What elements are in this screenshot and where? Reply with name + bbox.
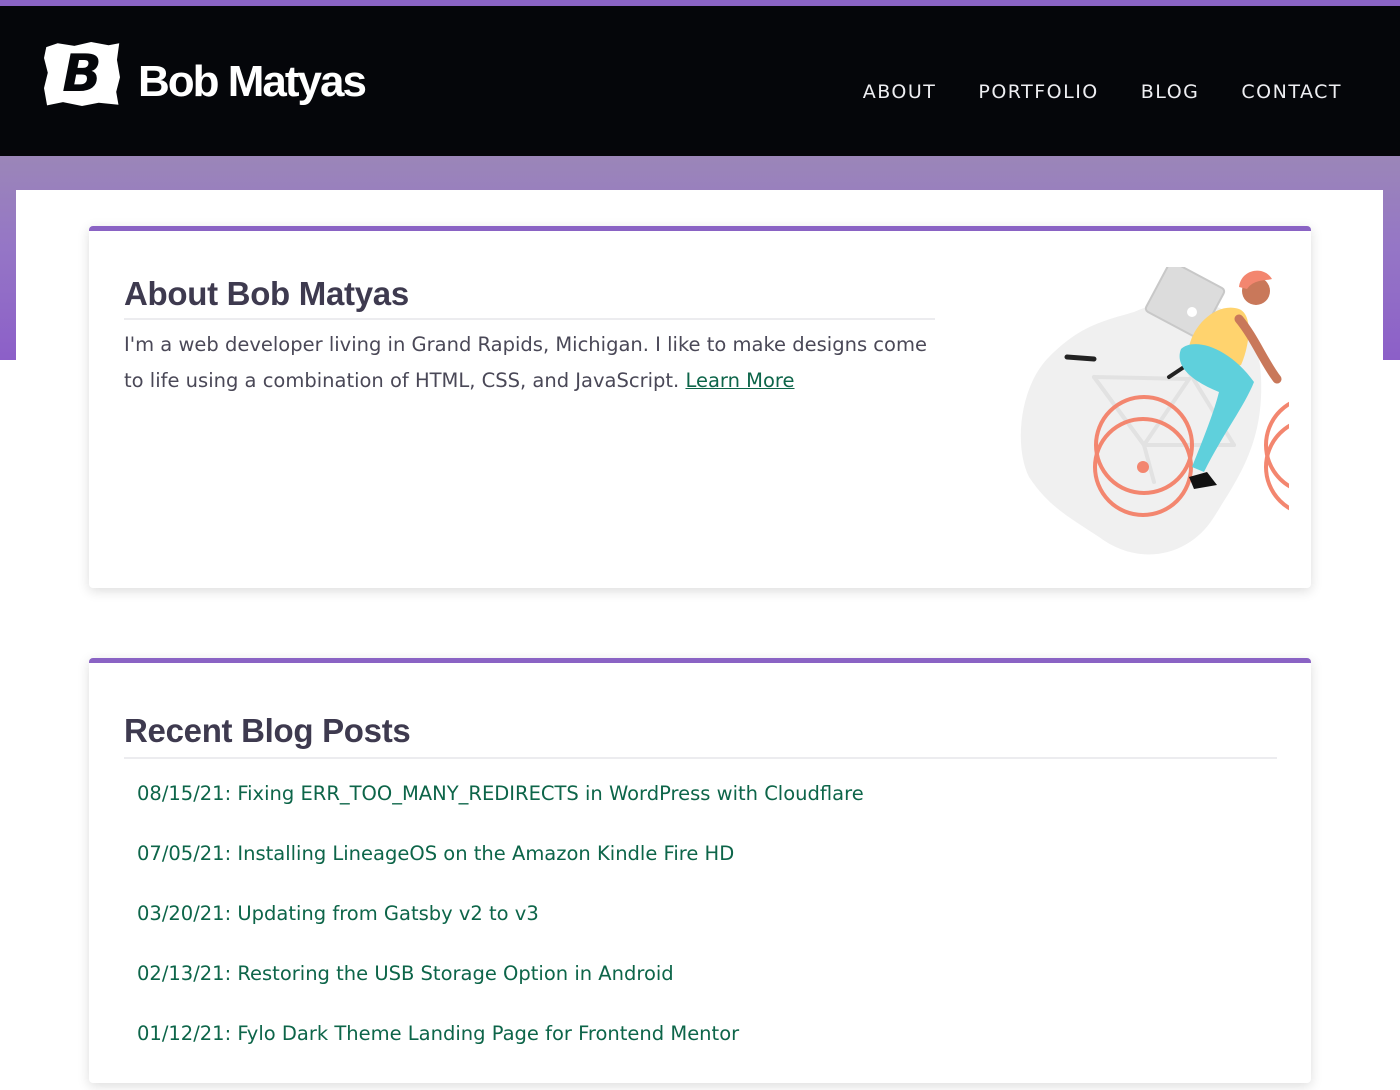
post-list: 08/15/21: Fixing ERR_TOO_MANY_REDIRECTS … — [137, 775, 864, 1075]
list-item: 07/05/21: Installing LineageOS on the Am… — [137, 835, 864, 895]
nav-portfolio[interactable]: PORTFOLIO — [978, 72, 1098, 112]
nav-about[interactable]: ABOUT — [863, 72, 937, 112]
post-link[interactable]: 07/05/21: Installing LineageOS on the Am… — [137, 842, 734, 865]
recent-posts-heading: Recent Blog Posts — [124, 712, 411, 749]
main-nav: ABOUT PORTFOLIO BLOG CONTACT — [821, 72, 1342, 112]
recent-posts-card: Recent Blog Posts 08/15/21: Fixing ERR_T… — [89, 658, 1311, 1083]
logo-letter: B — [62, 44, 102, 104]
list-item: 08/15/21: Fixing ERR_TOO_MANY_REDIRECTS … — [137, 775, 864, 835]
about-body-text: I'm a web developer living in Grand Rapi… — [124, 333, 927, 392]
site-title[interactable]: Bob Matyas — [138, 52, 367, 112]
list-item: 01/12/21: Fylo Dark Theme Landing Page f… — [137, 1015, 864, 1075]
bicycle-rider-illustration — [1020, 267, 1289, 555]
nav-blog[interactable]: BLOG — [1141, 72, 1200, 112]
post-link[interactable]: 01/12/21: Fylo Dark Theme Landing Page f… — [137, 1022, 739, 1045]
list-item: 02/13/21: Restoring the USB Storage Opti… — [137, 955, 864, 1015]
learn-more-link[interactable]: Learn More — [685, 369, 794, 392]
about-card: About Bob Matyas I'm a web developer liv… — [89, 226, 1311, 588]
about-heading: About Bob Matyas — [124, 275, 409, 312]
about-divider — [124, 318, 935, 320]
post-link[interactable]: 02/13/21: Restoring the USB Storage Opti… — [137, 962, 674, 985]
post-link[interactable]: 03/20/21: Updating from Gatsby v2 to v3 — [137, 902, 539, 925]
about-body: I'm a web developer living in Grand Rapi… — [124, 327, 944, 399]
recent-posts-divider — [124, 757, 1277, 759]
site-header: B Bob Matyas ABOUT PORTFOLIO BLOG CONTAC… — [0, 6, 1400, 156]
nav-contact[interactable]: CONTACT — [1241, 72, 1342, 112]
list-item: 03/20/21: Updating from Gatsby v2 to v3 — [137, 895, 864, 955]
logo-icon[interactable]: B — [44, 42, 120, 106]
post-link[interactable]: 08/15/21: Fixing ERR_TOO_MANY_REDIRECTS … — [137, 782, 864, 805]
